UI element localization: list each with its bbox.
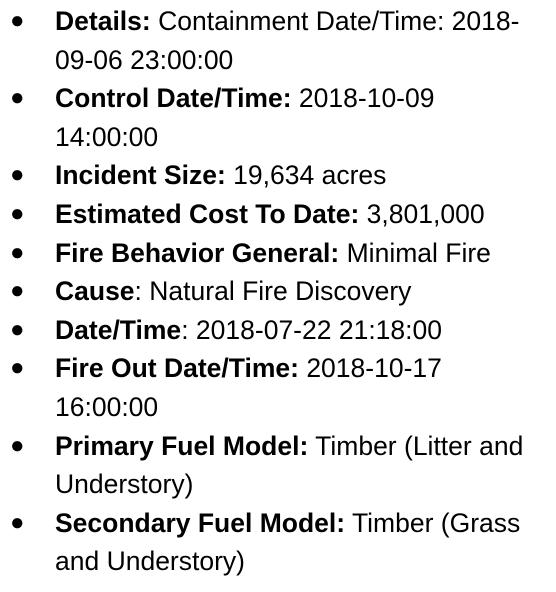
bullet-icon: ● — [10, 7, 25, 34]
list-item: ● Incident Size: 19,634 acres — [0, 156, 556, 195]
document-page: ● Details: Containment Date/Time: 2018-09… — [0, 0, 556, 592]
incident-details-list: ● Details: Containment Date/Time: 2018-09… — [0, 2, 556, 581]
item-key: Fire Behavior General: — [55, 237, 340, 268]
bullet-icon: ● — [10, 161, 25, 189]
list-item: ● Control Date/Time: 2018-10-09 14:00:00 — [0, 79, 556, 156]
list-item: ● Secondary Fuel Model: Timber (Grass and… — [0, 504, 556, 581]
item-value: 19,634 acres — [225, 160, 387, 191]
item-separator: : — [181, 314, 189, 345]
item-value: Minimal Fire — [339, 237, 491, 268]
bullet-icon: ● — [10, 431, 25, 459]
item-key: Incident Size: — [55, 160, 226, 191]
list-item: ● Fire Behavior General: Minimal Fire — [0, 234, 556, 273]
item-value: 2018-07-22 21:18:00 — [188, 314, 442, 345]
list-item: ● Details: Containment Date/Time: 2018-09… — [0, 2, 556, 79]
list-item: ● Primary Fuel Model: Timber (Litter and … — [0, 427, 556, 504]
bullet-icon: ● — [10, 84, 25, 112]
bullet-icon: ● — [10, 277, 25, 305]
item-value: Natural Fire Discovery — [141, 276, 412, 307]
item-key: Details: — [55, 6, 151, 36]
item-key: Date/Time — [55, 314, 182, 345]
item-value: 3,801,000 — [359, 198, 485, 229]
list-item: ● Cause: Natural Fire Discovery — [0, 272, 556, 311]
list-item: ● Fire Out Date/Time: 2018-10-17 16:00:00 — [0, 349, 556, 426]
bullet-icon: ● — [10, 508, 25, 536]
bullet-icon: ● — [10, 354, 25, 382]
bullet-icon: ● — [10, 199, 25, 227]
item-key: Secondary Fuel Model: — [55, 507, 346, 538]
item-key: Cause — [55, 276, 135, 307]
item-key: Fire Out Date/Time: — [55, 353, 299, 384]
item-separator: : — [134, 276, 142, 307]
list-item: ● Date/Time: 2018-07-22 21:18:00 — [0, 311, 556, 350]
bullet-icon: ● — [10, 315, 25, 343]
item-key: Primary Fuel Model: — [55, 430, 309, 461]
list-item: ● Estimated Cost To Date: 3,801,000 — [0, 195, 556, 234]
item-key: Control Date/Time: — [55, 83, 292, 114]
bullet-icon: ● — [10, 238, 25, 266]
item-key: Estimated Cost To Date: — [55, 198, 360, 229]
